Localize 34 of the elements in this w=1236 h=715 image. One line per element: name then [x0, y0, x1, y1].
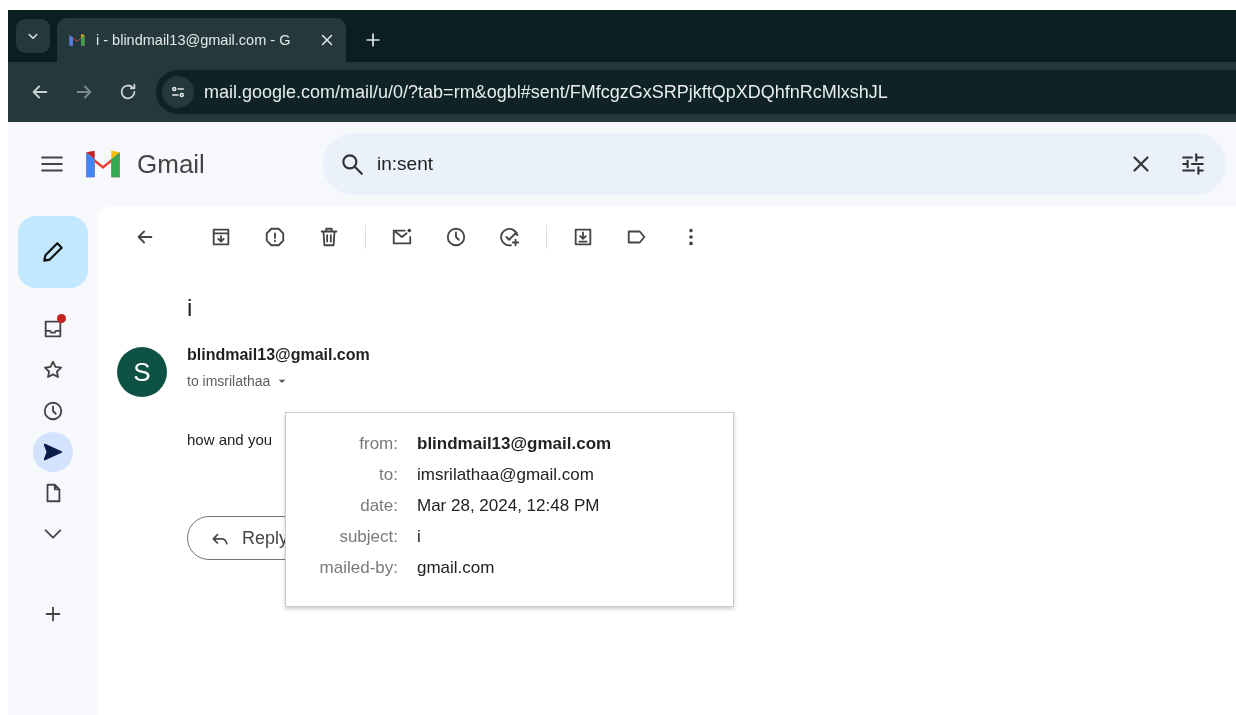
sender-name: blindmail13@gmail.com: [187, 346, 370, 365]
clock-icon: [41, 400, 64, 422]
download-tray-icon[interactable]: [572, 226, 594, 248]
detail-label: subject:: [338, 526, 398, 548]
tab-title: i - blindmail13@gmail.com - G: [96, 32, 292, 48]
avatar: S: [117, 347, 167, 397]
star-icon: [41, 359, 64, 381]
detail-label: mailed-by:: [318, 557, 398, 579]
detail-value: gmail.com: [417, 557, 496, 579]
tab-list-button[interactable]: [16, 19, 50, 53]
archive-icon[interactable]: [210, 226, 232, 248]
detail-label: from:: [358, 433, 398, 455]
detail-label: to:: [378, 464, 398, 486]
report-icon[interactable]: [264, 226, 286, 248]
search-icon: [339, 151, 365, 177]
filter-sliders-icon[interactable]: [1180, 151, 1206, 177]
address-bar[interactable]: mail.google.com/mail/u/0/?tab=rm&ogbl#sent/FMfcgzGxSRPjkftQpXDQhfnRcMlxshJL: [156, 70, 1236, 114]
nav-item[interactable]: [32, 432, 73, 472]
detail-value: imsrilathaa@gmail.com: [417, 464, 595, 486]
detail-label: date:: [359, 495, 398, 517]
check-plus-icon[interactable]: [499, 226, 521, 248]
send-icon: [41, 441, 64, 463]
email-subject: i: [187, 294, 194, 323]
detail-value: Mar 28, 2024, 12:48 PM: [417, 495, 601, 517]
clock-icon[interactable]: [445, 226, 467, 248]
search-field[interactable]: in:sent: [323, 133, 1226, 195]
recipient-line: to imsrilathaa: [187, 373, 271, 389]
detail-value: i: [417, 526, 422, 548]
compose-button[interactable]: [17, 216, 88, 288]
trash-icon[interactable]: [318, 226, 340, 248]
detail-value: blindmail13@gmail.com: [417, 433, 613, 455]
app-name: Gmail: [137, 148, 206, 180]
browser-tab[interactable]: i - blindmail13@gmail.com - G: [57, 18, 346, 62]
site-info-button[interactable]: [162, 76, 194, 108]
